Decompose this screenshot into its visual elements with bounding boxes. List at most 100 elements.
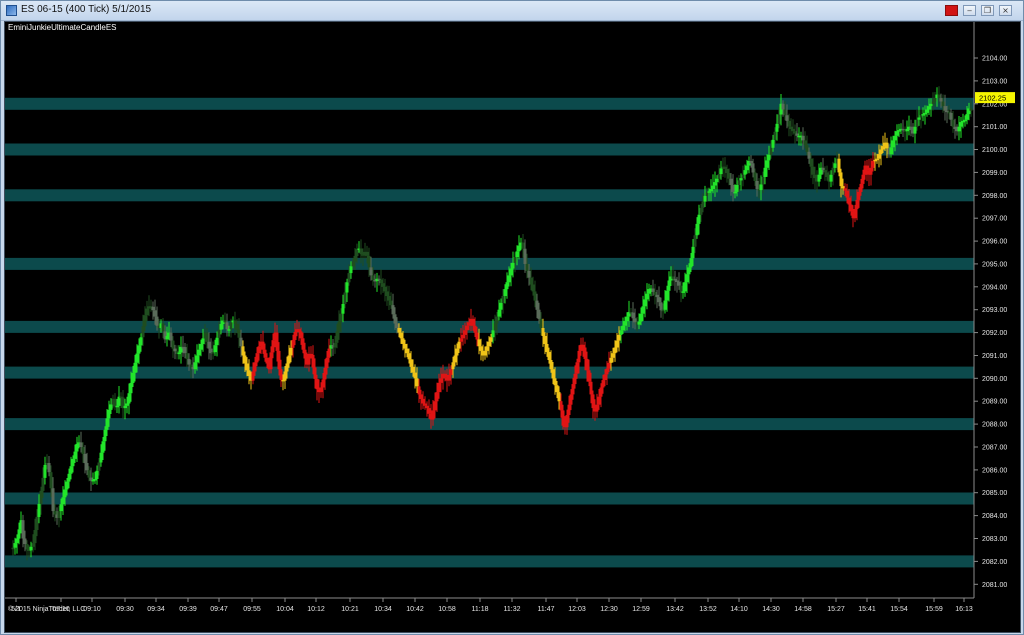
candle-body <box>809 158 813 167</box>
candle-body <box>171 340 175 349</box>
candle-body <box>493 323 497 331</box>
candle-body <box>207 341 211 349</box>
candle-body <box>285 363 289 372</box>
candle-body <box>719 168 723 175</box>
candle-body <box>583 347 587 359</box>
candle-body <box>949 112 953 120</box>
close-button[interactable]: × <box>999 5 1012 16</box>
candle-body <box>831 167 835 175</box>
candle-body <box>645 293 649 300</box>
candle-body <box>909 126 913 131</box>
candle-body <box>637 321 641 325</box>
candle-body <box>895 131 899 136</box>
title-bar[interactable]: ES 06-15 (400 Tick) 5/1/2015 ‒ ❐ × <box>1 1 1023 21</box>
time-tick-label: 14:58 <box>794 606 812 613</box>
minimize-button[interactable]: ‒ <box>963 5 976 16</box>
candle-body <box>383 286 387 292</box>
candle-body <box>969 108 973 111</box>
price-tick-label: 2095.00 <box>982 261 1007 268</box>
candle-body <box>455 348 459 356</box>
candle-body <box>237 329 241 338</box>
candle-body <box>569 394 573 405</box>
candle-body <box>783 109 787 116</box>
candle-body <box>81 447 85 454</box>
candle-body <box>145 308 149 316</box>
candle-body <box>685 274 689 283</box>
candle-body <box>107 409 111 419</box>
candle-body <box>853 209 857 219</box>
candle-body <box>217 329 221 338</box>
candle-body <box>857 191 861 200</box>
level-band-4 <box>5 320 974 333</box>
candle-body <box>127 393 131 404</box>
candle-body <box>671 276 675 279</box>
candle-body <box>365 251 369 256</box>
candle-body <box>177 352 181 355</box>
color-flag-icon[interactable] <box>945 5 958 16</box>
candle-body <box>707 191 711 193</box>
candle-body <box>733 191 737 194</box>
level-band-7 <box>5 143 974 156</box>
candle-body <box>517 245 521 252</box>
candle-body <box>253 362 257 372</box>
candle-body <box>459 338 463 342</box>
candle-body <box>965 114 969 120</box>
level-band-1 <box>5 492 974 505</box>
candle-body <box>605 368 609 375</box>
candle-body <box>427 408 431 414</box>
candle-body <box>889 147 893 155</box>
candle-body <box>795 133 799 136</box>
candle-body <box>855 199 859 210</box>
candle-body <box>291 340 295 348</box>
candle-body <box>651 288 655 292</box>
price-tick-label: 2099.00 <box>982 170 1007 177</box>
candle-body <box>951 119 955 127</box>
candle-body <box>761 177 765 185</box>
time-tick-label: 11:18 <box>472 606 489 613</box>
candle-body <box>63 489 67 498</box>
candle-body <box>791 128 795 132</box>
price-chart[interactable]: 2081.00 2082.00 2083.00 2084.00 2085.00 2086.… <box>5 22 1020 632</box>
candle-body <box>943 106 947 111</box>
candle-body <box>953 126 957 129</box>
price-tick-label: 2087.00 <box>982 445 1007 452</box>
candle-body <box>287 355 291 364</box>
candle-body <box>243 355 247 364</box>
indicator-label: EminiJunkieUltimateCandleES <box>8 23 117 32</box>
candle-body <box>185 353 189 359</box>
candle-body <box>347 273 351 283</box>
candle-body <box>781 103 785 110</box>
candle-body <box>37 503 41 517</box>
candle-body <box>219 324 223 330</box>
restore-button[interactable]: ❐ <box>981 5 994 16</box>
candle-body <box>473 325 477 333</box>
candle-body <box>275 332 279 351</box>
candle-body <box>475 332 479 340</box>
price-tick-label: 2084.00 <box>982 513 1007 520</box>
candle-body <box>435 392 439 402</box>
candle-body <box>699 207 703 215</box>
candle-body <box>137 345 141 354</box>
candle-body <box>421 398 425 404</box>
candle-body <box>937 94 941 98</box>
candle-body <box>261 341 265 350</box>
candle-body <box>371 275 375 280</box>
candle-body <box>641 306 645 314</box>
candle-body <box>729 178 733 185</box>
candle-body <box>419 394 423 399</box>
candle-body <box>403 344 407 349</box>
candle-body <box>133 362 137 373</box>
candle-body <box>925 109 929 113</box>
price-tick-label: 2088.00 <box>982 422 1007 429</box>
candle-body <box>537 309 541 319</box>
chart-panel[interactable]: 2081.00 2082.00 2083.00 2084.00 2085.00 2086.… <box>4 21 1021 633</box>
candle-body <box>785 115 789 121</box>
candle-body <box>95 470 99 479</box>
candle-body <box>859 183 863 192</box>
candle-body <box>659 302 663 311</box>
candle-body <box>151 306 155 311</box>
candle-body <box>155 316 159 326</box>
candle-body <box>247 370 251 376</box>
candle-body <box>23 538 27 544</box>
candle-body <box>15 538 19 544</box>
